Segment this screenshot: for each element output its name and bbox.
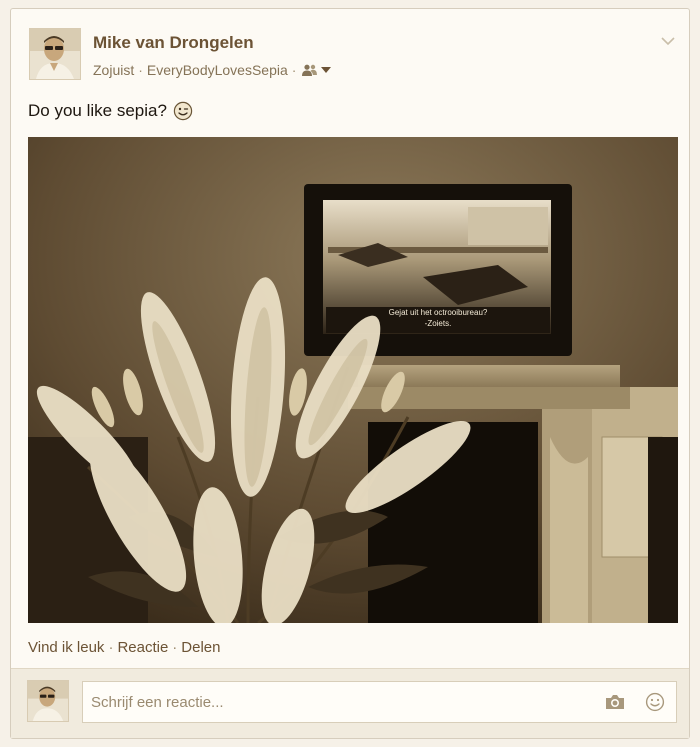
commenter-avatar[interactable] — [27, 680, 69, 722]
post-options-chevron[interactable] — [661, 33, 675, 46]
caret-down-icon — [321, 66, 332, 73]
chevron-down-icon — [661, 37, 675, 46]
comment-bar — [11, 668, 689, 738]
meta-separator: · — [291, 62, 297, 78]
smiley-wink-icon — [173, 101, 193, 121]
like-link[interactable]: Vind ik leuk — [28, 639, 104, 656]
photo-subtitle-2: -Zoiets. — [425, 319, 452, 328]
comment-input[interactable] — [83, 682, 599, 722]
camera-icon[interactable] — [604, 692, 626, 717]
smiley-icon[interactable] — [645, 692, 665, 717]
post-meta: Zojuist · EveryBodyLovesSepia · — [93, 62, 332, 78]
post-card: Mike van Drongelen Zojuist · EveryBodyLo… — [10, 8, 690, 739]
meta-separator: · — [138, 62, 143, 78]
friends-icon — [302, 64, 318, 76]
action-separator: · — [172, 639, 178, 656]
group-name[interactable]: EveryBodyLovesSepia — [147, 62, 288, 78]
author-name[interactable]: Mike van Drongelen — [93, 33, 254, 53]
comment-link[interactable]: Reactie — [117, 639, 168, 656]
post-photo[interactable]: Gejat uit het octrooibureau? -Zoiets. — [28, 137, 678, 623]
comment-box — [82, 681, 677, 723]
sepia-photo: Gejat uit het octrooibureau? -Zoiets. — [28, 137, 678, 623]
post-message: Do you like sepia? — [28, 101, 167, 120]
author-avatar[interactable] — [29, 28, 81, 80]
post-actions: Vind ik leuk · Reactie · Delen — [28, 639, 221, 656]
post-time[interactable]: Zojuist — [93, 62, 134, 78]
audience-selector[interactable] — [302, 64, 332, 76]
photo-subtitle-1: Gejat uit het octrooibureau? — [389, 308, 488, 317]
action-separator: · — [108, 639, 114, 656]
post-text: Do you like sepia? — [28, 101, 193, 121]
share-link[interactable]: Delen — [181, 639, 220, 656]
